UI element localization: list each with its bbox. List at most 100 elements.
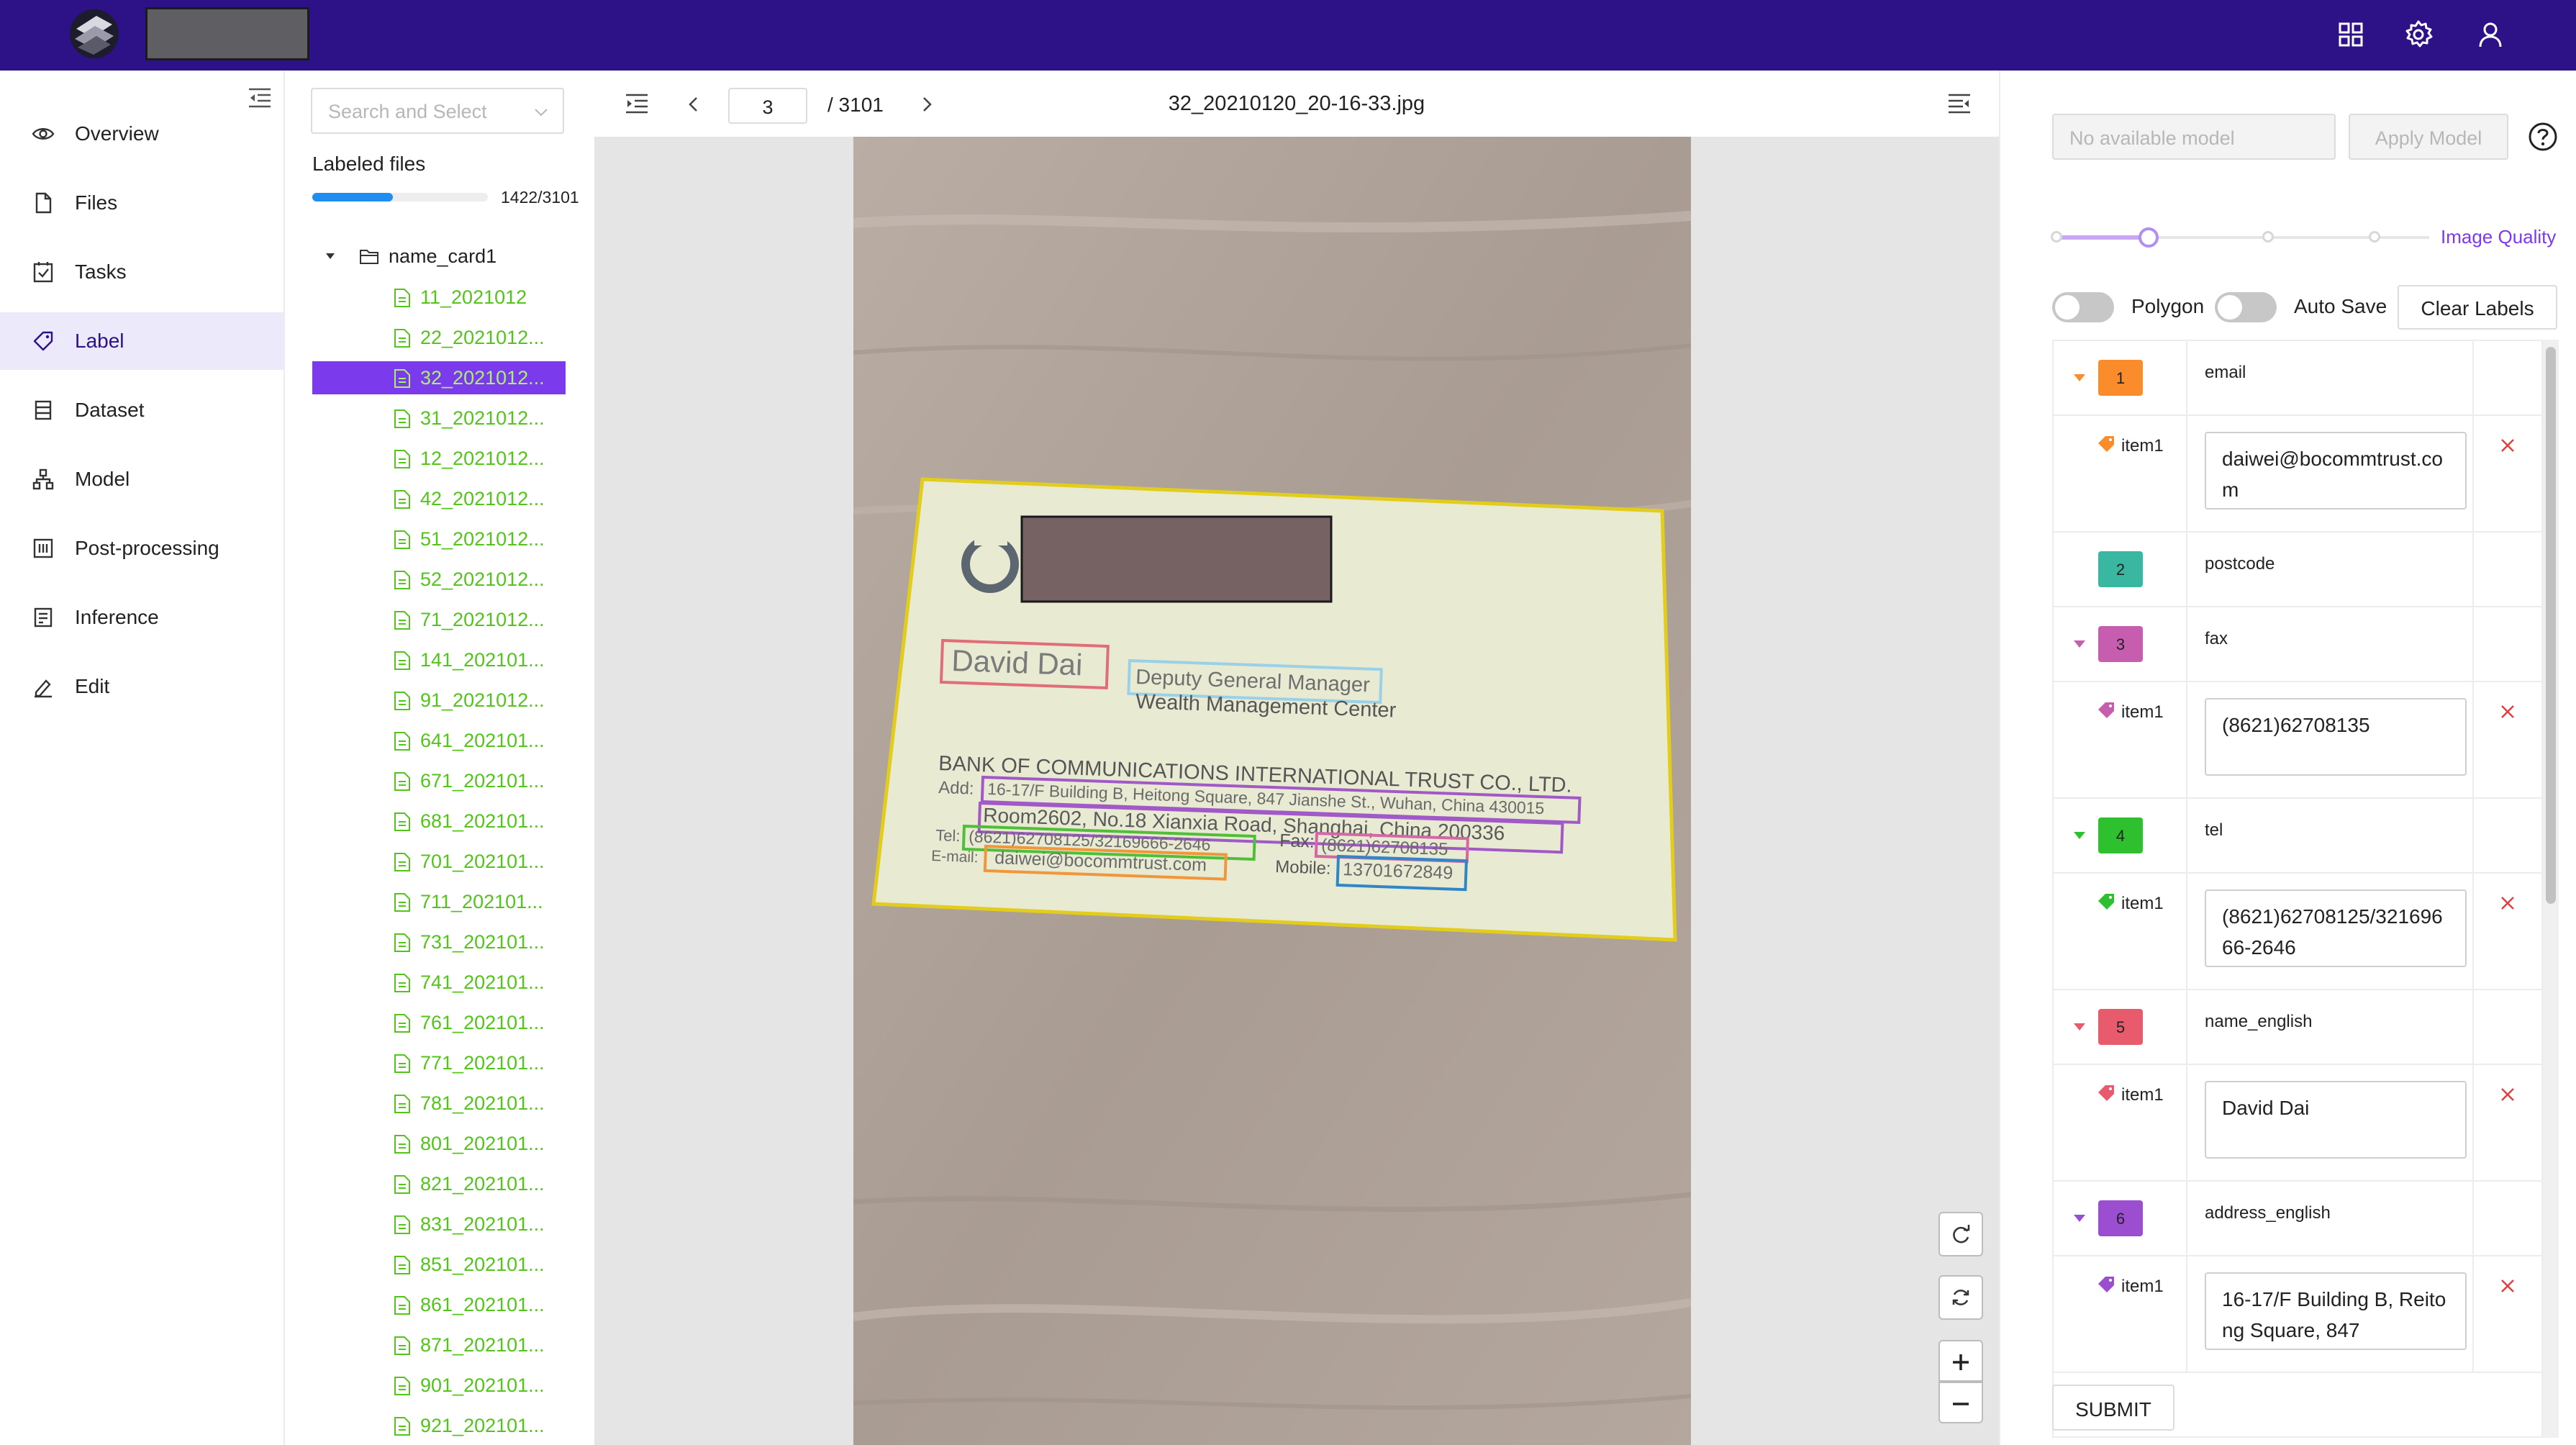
- clear-labels-button[interactable]: Clear Labels: [2398, 285, 2557, 330]
- file-list-item[interactable]: 741_202101...: [312, 966, 566, 999]
- value-textarea-name-english[interactable]: David Dai: [2205, 1081, 2467, 1159]
- folder-row[interactable]: name_card1: [321, 240, 496, 272]
- inference-icon: [34, 607, 53, 628]
- file-list-item[interactable]: 671_202101...: [312, 764, 566, 797]
- close-icon[interactable]: [2498, 436, 2517, 455]
- tag-icon: [2098, 702, 2114, 718]
- file-list-item[interactable]: 831_202101...: [312, 1208, 566, 1241]
- slider-step[interactable]: [2262, 231, 2274, 243]
- file-list-item[interactable]: 11_2021012: [312, 281, 566, 314]
- slider-step[interactable]: [2369, 231, 2380, 243]
- file-list-item[interactable]: 771_202101...: [312, 1046, 566, 1079]
- category-number-badge: 3: [2098, 626, 2143, 662]
- file-name: 51_2021012...: [420, 527, 545, 550]
- nav-item-overview[interactable]: Overview: [0, 105, 285, 163]
- file-list-item[interactable]: 861_202101...: [312, 1288, 566, 1321]
- file-list-item[interactable]: 761_202101...: [312, 1006, 566, 1039]
- file-list-item[interactable]: 681_202101...: [312, 805, 566, 838]
- file-list-item[interactable]: 12_2021012...: [312, 442, 566, 475]
- close-icon[interactable]: [2498, 894, 2517, 912]
- file-list-item[interactable]: 851_202101...: [312, 1248, 566, 1281]
- close-icon[interactable]: [2498, 1085, 2517, 1104]
- close-icon[interactable]: [2498, 1277, 2517, 1295]
- nav-item-files[interactable]: Files: [0, 174, 285, 232]
- value-textarea-email[interactable]: daiwei@bocommtrust.com: [2205, 432, 2467, 509]
- logo-icon[interactable]: [68, 7, 121, 60]
- file-list-item[interactable]: 641_202101...: [312, 724, 566, 757]
- item-row: item1 16-17/F Building B, Reitong Square…: [2054, 1256, 2541, 1373]
- zoom-out-button[interactable]: [1938, 1382, 1983, 1423]
- nav-label: Tasks: [75, 261, 127, 283]
- value-textarea-address-english[interactable]: 16-17/F Building B, Reitong Square, 847: [2205, 1272, 2467, 1350]
- nav-item-dataset[interactable]: Dataset: [0, 381, 285, 439]
- nav-item-tasks[interactable]: Tasks: [0, 243, 285, 301]
- file-text-icon: [394, 1336, 410, 1355]
- quality-slider-handle[interactable]: [2139, 227, 2159, 248]
- nav-item-model[interactable]: Model: [0, 450, 285, 508]
- item-label: item1: [2121, 1277, 2164, 1296]
- nav-item-post-processing[interactable]: Post-processing: [0, 520, 285, 577]
- file-list-item[interactable]: 71_2021012...: [312, 603, 566, 636]
- slider-step[interactable]: [2051, 231, 2062, 243]
- user-icon[interactable]: [2472, 17, 2508, 53]
- file-list-item[interactable]: 781_202101...: [312, 1087, 566, 1120]
- category-number-badge: 5: [2098, 1009, 2143, 1045]
- file-list-item[interactable]: 701_202101...: [312, 845, 566, 878]
- file-list-item[interactable]: 901_202101...: [312, 1369, 566, 1402]
- file-list-item[interactable]: 731_202101...: [312, 925, 566, 959]
- file-list-item[interactable]: 22_2021012...: [312, 321, 566, 354]
- file-list-item[interactable]: 51_2021012...: [312, 522, 566, 556]
- file-list-item[interactable]: 91_2021012...: [312, 684, 566, 717]
- polygon-toggle[interactable]: [2052, 292, 2114, 322]
- file-text-icon: [394, 812, 410, 831]
- caret-down-icon[interactable]: [2072, 830, 2087, 841]
- caret-down-icon[interactable]: [2072, 373, 2087, 383]
- file-list-item[interactable]: 32_2021012...: [312, 361, 566, 394]
- zoom-in-button[interactable]: [1938, 1340, 1983, 1382]
- file-list-item[interactable]: 711_202101...: [312, 885, 566, 918]
- file-name: 871_202101...: [420, 1333, 545, 1356]
- file-list-item[interactable]: 141_202101...: [312, 643, 566, 676]
- file-text-icon: [394, 490, 410, 509]
- category-name: postcode: [2205, 554, 2275, 574]
- card-email-label: E-mail:: [931, 848, 979, 866]
- apps-grid-icon[interactable]: [2333, 17, 2369, 53]
- nav-item-inference[interactable]: Inference: [0, 589, 285, 646]
- file-text-icon: [394, 1296, 410, 1315]
- close-icon[interactable]: [2498, 702, 2517, 721]
- file-list-item[interactable]: 871_202101...: [312, 1328, 566, 1362]
- caret-down-icon[interactable]: [2072, 1022, 2087, 1032]
- nav-item-label[interactable]: Label: [0, 312, 285, 370]
- caret-down-icon[interactable]: [2072, 639, 2087, 649]
- search-select[interactable]: Search and Select: [311, 88, 564, 134]
- category-name: email: [2205, 363, 2246, 382]
- gear-icon[interactable]: [2400, 17, 2436, 53]
- auto-save-toggle[interactable]: [2215, 292, 2277, 322]
- menu-fold-icon[interactable]: [1947, 91, 1972, 115]
- value-textarea-fax[interactable]: (8621)62708135: [2205, 698, 2467, 776]
- file-list-item[interactable]: 821_202101...: [312, 1167, 566, 1200]
- help-icon[interactable]: [2527, 121, 2559, 153]
- nav-label: Model: [75, 468, 130, 490]
- file-list-item[interactable]: 921_202101...: [312, 1409, 566, 1442]
- file-list-item[interactable]: 52_2021012...: [312, 563, 566, 596]
- value-textarea-tel[interactable]: (8621)62708125/32169666-2646: [2205, 889, 2467, 967]
- item-row: item1 David Dai: [2054, 1065, 2541, 1182]
- image-canvas[interactable]: David Dai Deputy General Manager Wealth …: [594, 137, 1999, 1445]
- caret-down-icon[interactable]: [2072, 1213, 2087, 1223]
- rotate-right-button[interactable]: [1938, 1212, 1983, 1256]
- submit-button[interactable]: SUBMIT: [2052, 1385, 2174, 1431]
- file-list-item[interactable]: 42_2021012...: [312, 482, 566, 515]
- nav-label: Edit: [75, 675, 110, 697]
- label-panel-scrollbar[interactable]: [2543, 340, 2559, 1438]
- apply-model-button[interactable]: Apply Model: [2349, 114, 2508, 160]
- caret-down-icon[interactable]: [321, 247, 340, 266]
- file-name: 141_202101...: [420, 648, 545, 671]
- file-name: 31_2021012...: [420, 407, 545, 429]
- model-select[interactable]: No available model: [2052, 114, 2336, 160]
- reset-rotation-button[interactable]: [1938, 1275, 1983, 1320]
- file-list-item[interactable]: 801_202101...: [312, 1127, 566, 1160]
- nav-item-edit[interactable]: Edit: [0, 658, 285, 715]
- file-list-item[interactable]: 31_2021012...: [312, 402, 566, 435]
- scroll-thumb[interactable]: [2546, 347, 2556, 904]
